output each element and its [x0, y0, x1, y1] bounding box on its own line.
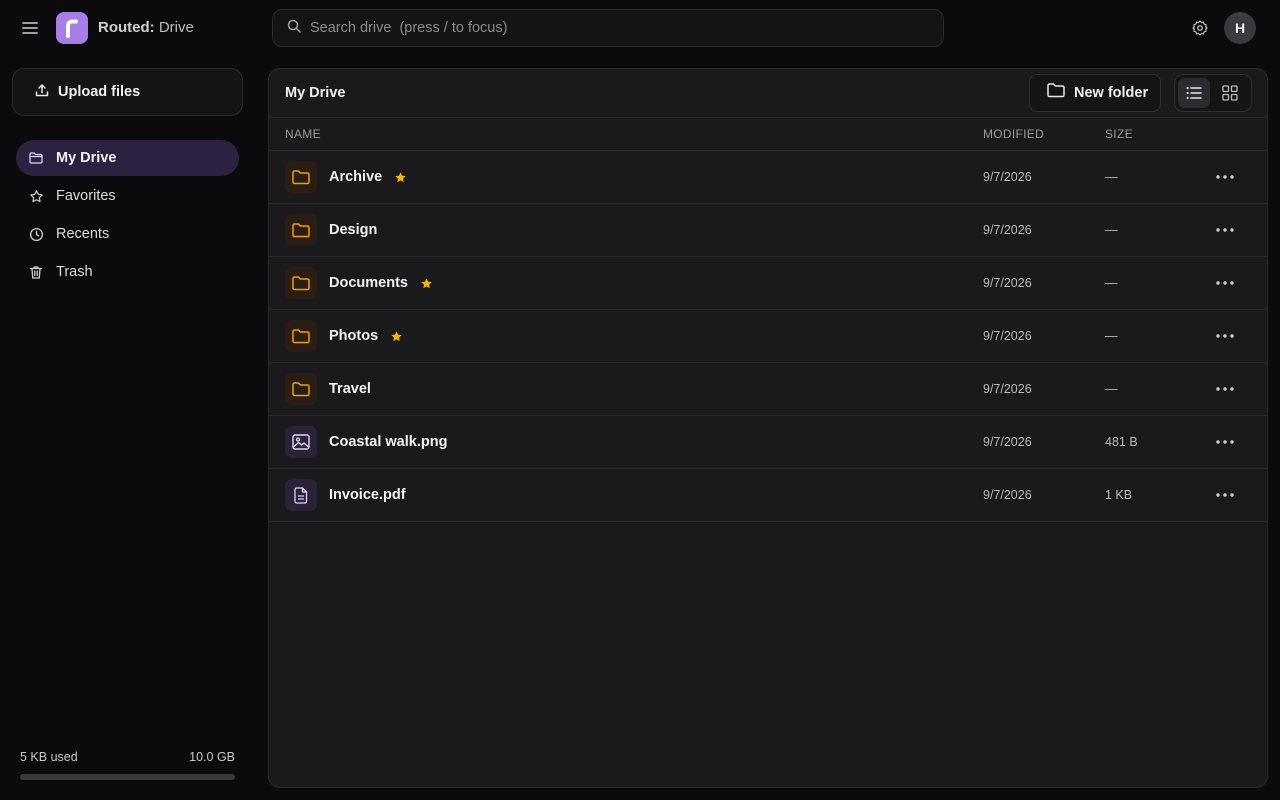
- image-icon: [285, 426, 317, 458]
- file-size: 1 KB: [1105, 488, 1133, 502]
- starred-icon: [390, 330, 403, 343]
- sidebar-item-label: Favorites: [56, 188, 116, 204]
- file-name: Documents: [329, 275, 433, 291]
- more-options-icon[interactable]: [1209, 324, 1241, 348]
- modified-date: 9/7/2026: [983, 435, 1032, 449]
- star-icon: [28, 188, 44, 204]
- file-size: —: [1105, 382, 1118, 396]
- sidebar-item-favorites[interactable]: Favorites: [16, 178, 239, 214]
- file-name-text: Archive: [329, 169, 383, 185]
- app-logo[interactable]: [56, 12, 88, 44]
- document-icon: [285, 479, 317, 511]
- folder-icon: [285, 320, 317, 352]
- file-name-text: Photos: [329, 328, 379, 344]
- folder-icon: [285, 161, 317, 193]
- modified-date: 9/7/2026: [983, 170, 1032, 184]
- column-header-modified[interactable]: MODIFIED: [983, 127, 1044, 141]
- modified-date: 9/7/2026: [983, 382, 1032, 396]
- file-name: Coastal walk.png: [329, 434, 447, 450]
- file-browser-panel: My Drive New folder NAME MODIFIED SIZE A…: [268, 68, 1268, 788]
- more-options-icon[interactable]: [1209, 483, 1241, 507]
- folder-icon: [1047, 83, 1065, 103]
- more-options-icon[interactable]: [1209, 165, 1241, 189]
- table-row[interactable]: Coastal walk.png 9/7/2026 481 B: [269, 416, 1267, 469]
- new-folder-button[interactable]: New folder: [1029, 74, 1161, 112]
- app-title: Routed: Drive: [98, 19, 194, 36]
- file-name-text: Documents: [329, 275, 408, 291]
- file-list: Archive 9/7/2026— Design 9/7/2026— Documents…: [269, 151, 1267, 522]
- table-row[interactable]: Invoice.pdf 9/7/2026 1 KB: [269, 469, 1267, 522]
- sidebar-item-label: My Drive: [56, 150, 117, 166]
- sidebar-item-label: Trash: [56, 264, 93, 280]
- modified-date: 9/7/2026: [983, 329, 1032, 343]
- page-title: My Drive: [285, 85, 346, 101]
- more-options-icon[interactable]: [1209, 271, 1241, 295]
- file-size: —: [1105, 170, 1118, 184]
- modified-date: 9/7/2026: [983, 276, 1032, 290]
- table-header: NAME MODIFIED SIZE: [269, 118, 1267, 151]
- storage-total-label: 10.0 GB: [189, 750, 235, 764]
- file-name: Archive: [329, 169, 407, 185]
- sidebar-item-label: Recents: [56, 226, 110, 242]
- list-view-icon[interactable]: [1178, 78, 1210, 108]
- file-size: —: [1105, 276, 1118, 290]
- folder-icon: [285, 373, 317, 405]
- table-row[interactable]: Archive 9/7/2026 —: [269, 151, 1267, 204]
- storage-progress-bar: [20, 774, 235, 780]
- settings-gear-icon[interactable]: [1188, 16, 1212, 40]
- folder-icon: [285, 267, 317, 299]
- file-name: Photos: [329, 328, 403, 344]
- more-options-icon[interactable]: [1209, 377, 1241, 401]
- search-bar[interactable]: [272, 9, 944, 47]
- file-size: —: [1105, 223, 1118, 237]
- top-bar: Routed: Drive H: [0, 0, 1280, 56]
- folder-icon: [28, 150, 44, 166]
- view-toggle: [1174, 74, 1252, 112]
- panel-header: My Drive New folder: [269, 69, 1267, 118]
- clock-icon: [28, 226, 44, 242]
- starred-icon: [420, 277, 433, 290]
- file-name-text: Coastal walk.png: [329, 434, 448, 450]
- modified-date: 9/7/2026: [983, 488, 1032, 502]
- file-name-text: Travel: [329, 381, 371, 397]
- file-name-text: Design: [329, 222, 378, 238]
- more-options-icon[interactable]: [1209, 218, 1241, 242]
- brand-name: Routed:: [98, 19, 155, 36]
- sidebar-item-my-drive[interactable]: My Drive: [16, 140, 239, 176]
- storage-used-label: 5 KB used: [20, 750, 78, 764]
- upload-files-label: Upload files: [58, 84, 141, 100]
- sidebar-nav: My Drive Favorites Recents Trash: [16, 140, 239, 292]
- new-folder-label: New folder: [1074, 85, 1149, 101]
- brand-product: Drive: [154, 19, 194, 36]
- table-row[interactable]: Design 9/7/2026 —: [269, 204, 1267, 257]
- modified-date: 9/7/2026: [983, 223, 1032, 237]
- folder-icon: [285, 214, 317, 246]
- file-name: Travel: [329, 381, 371, 397]
- column-header-name[interactable]: NAME: [285, 127, 321, 141]
- storage-usage: 5 KB used 10.0 GB: [20, 750, 235, 780]
- file-size: 481 B: [1105, 435, 1138, 449]
- search-icon: [287, 19, 301, 38]
- table-row[interactable]: Photos 9/7/2026 —: [269, 310, 1267, 363]
- table-row[interactable]: Documents 9/7/2026 —: [269, 257, 1267, 310]
- file-name-text: Invoice.pdf: [329, 487, 406, 503]
- grid-view-icon[interactable]: [1214, 78, 1246, 108]
- more-options-icon[interactable]: [1209, 430, 1241, 454]
- sidebar-item-recents[interactable]: Recents: [16, 216, 239, 252]
- file-size: —: [1105, 329, 1118, 343]
- hamburger-menu-icon[interactable]: [16, 14, 44, 42]
- starred-icon: [394, 171, 407, 184]
- file-name: Invoice.pdf: [329, 487, 406, 503]
- search-input[interactable]: [310, 20, 910, 36]
- upload-files-button[interactable]: Upload files: [12, 68, 243, 116]
- column-header-size[interactable]: SIZE: [1105, 127, 1133, 141]
- trash-icon: [28, 264, 44, 280]
- upload-icon: [35, 83, 49, 102]
- table-row[interactable]: Travel 9/7/2026 —: [269, 363, 1267, 416]
- file-name: Design: [329, 222, 377, 238]
- user-avatar[interactable]: H: [1224, 12, 1256, 44]
- sidebar-item-trash[interactable]: Trash: [16, 254, 239, 290]
